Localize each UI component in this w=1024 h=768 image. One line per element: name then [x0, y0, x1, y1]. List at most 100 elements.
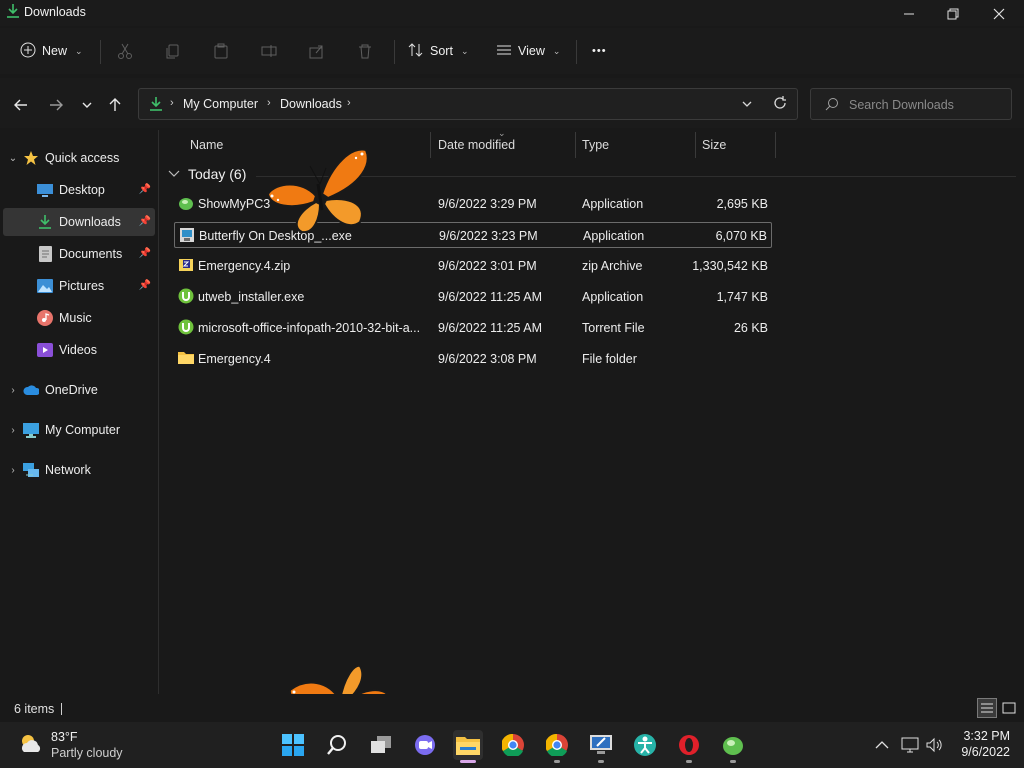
breadcrumb-my-computer[interactable]: My Computer	[183, 97, 258, 111]
refresh-icon[interactable]	[773, 96, 787, 113]
minimize-button[interactable]	[886, 0, 932, 28]
view-button[interactable]: View ⌄	[496, 36, 560, 66]
sidebar-item-label: Videos	[59, 343, 97, 357]
sidebar-item-videos[interactable]: Videos	[3, 336, 155, 364]
forward-arrow-icon[interactable]	[45, 94, 67, 116]
network-status-icon[interactable]	[901, 736, 919, 754]
music-icon	[37, 310, 53, 326]
weather-temperature[interactable]: 83°F	[51, 730, 78, 744]
computer-icon	[23, 422, 39, 438]
column-divider[interactable]	[430, 132, 431, 158]
chevron-down-icon[interactable]: ⌄	[3, 153, 23, 164]
column-header-name[interactable]: Name	[190, 130, 223, 160]
sidebar-item-label: Desktop	[59, 183, 105, 197]
pin-icon[interactable]: 📌	[139, 184, 151, 195]
recent-locations-chevron-icon[interactable]	[76, 94, 98, 116]
new-button[interactable]: New ⌄	[20, 36, 83, 66]
task-view-icon[interactable]	[366, 730, 396, 760]
address-dropdown-chevron-icon[interactable]	[741, 98, 753, 113]
up-arrow-icon[interactable]	[104, 94, 126, 116]
clock-date[interactable]: 9/6/2022	[950, 745, 1010, 759]
copy-icon[interactable]	[162, 40, 184, 62]
pin-icon[interactable]: 📌	[139, 216, 151, 227]
chat-icon[interactable]	[410, 730, 440, 760]
sidebar-item-music[interactable]: Music	[3, 304, 155, 332]
column-divider[interactable]	[775, 132, 776, 158]
restore-button[interactable]	[930, 0, 976, 28]
file-row[interactable]: Emergency.4.zip 9/6/2022 3:01 PM zip Arc…	[174, 253, 772, 279]
share-icon[interactable]	[306, 40, 328, 62]
rename-icon[interactable]	[258, 40, 280, 62]
column-header-size[interactable]: Size	[702, 130, 726, 160]
sidebar-item-documents[interactable]: Documents 📌	[3, 240, 155, 268]
pane-splitter[interactable]	[158, 130, 159, 694]
chevron-right-icon[interactable]: ›	[3, 465, 23, 476]
more-options-button[interactable]: •••	[592, 36, 607, 66]
file-row[interactable]: utweb_installer.exe 9/6/2022 11:25 AM Ap…	[174, 284, 772, 310]
search-icon[interactable]	[322, 730, 352, 760]
column-divider[interactable]	[695, 132, 696, 158]
sidebar-item-network[interactable]: › Network	[3, 456, 155, 484]
weather-description[interactable]: Partly cloudy	[51, 746, 123, 760]
chrome-icon[interactable]	[498, 730, 528, 760]
file-row[interactable]: microsoft-office-infopath-2010-32-bit-a.…	[174, 315, 772, 341]
file-row[interactable]: Emergency.4 9/6/2022 3:08 PM File folder	[174, 346, 772, 372]
close-button[interactable]	[976, 0, 1022, 28]
sidebar-item-onedrive[interactable]: › OneDrive	[3, 376, 155, 404]
search-box[interactable]	[810, 88, 1012, 120]
breadcrumb-chevron-icon: ›	[267, 97, 271, 109]
chevron-down-icon: ⌄	[460, 45, 469, 56]
toolbar-divider	[576, 40, 577, 64]
group-header-today[interactable]: Today (6)	[168, 166, 246, 182]
accessibility-app-icon[interactable]	[630, 730, 660, 760]
file-type: zip Archive	[582, 259, 643, 273]
sidebar-item-label: OneDrive	[45, 383, 98, 397]
volume-icon[interactable]	[926, 736, 944, 754]
group-label: Today (6)	[188, 166, 247, 182]
file-type: Torrent File	[582, 321, 645, 335]
sidebar-item-label: Network	[45, 463, 91, 477]
column-header-type[interactable]: Type	[582, 130, 609, 160]
desktop-icon	[37, 182, 53, 198]
show-hidden-icons-chevron-icon[interactable]	[873, 736, 891, 754]
download-icon	[6, 3, 20, 19]
sidebar-item-downloads[interactable]: Downloads 📌	[3, 208, 155, 236]
paste-icon[interactable]	[210, 40, 232, 62]
breadcrumb-chevron-icon: ›	[347, 97, 351, 109]
installer-app-icon	[179, 227, 195, 243]
search-input[interactable]	[849, 96, 999, 114]
chevron-right-icon[interactable]: ›	[3, 385, 23, 396]
file-size: 2,695 KB	[716, 197, 768, 211]
column-divider[interactable]	[575, 132, 576, 158]
sidebar-item-pictures[interactable]: Pictures 📌	[3, 272, 155, 300]
sidebar-item-quick-access[interactable]: ⌄ Quick access	[3, 144, 155, 172]
zip-archive-icon	[178, 257, 194, 273]
sort-button[interactable]: Sort ⌄	[408, 36, 468, 66]
pin-icon[interactable]: 📌	[139, 248, 151, 259]
cut-icon[interactable]	[114, 40, 136, 62]
details-view-icon[interactable]	[977, 698, 997, 718]
file-name: utweb_installer.exe	[198, 290, 305, 304]
search-icon	[825, 97, 839, 114]
remote-desktop-icon[interactable]	[586, 730, 616, 760]
pin-icon[interactable]: 📌	[139, 280, 151, 291]
back-arrow-icon[interactable]	[10, 94, 32, 116]
showmypc-app-icon[interactable]	[718, 730, 748, 760]
clock-time[interactable]: 3:32 PM	[958, 729, 1010, 743]
file-type: Application	[582, 290, 644, 304]
sidebar-item-my-computer[interactable]: › My Computer	[3, 416, 155, 444]
tiles-view-icon[interactable]	[999, 698, 1019, 718]
file-explorer-icon[interactable]	[453, 730, 483, 760]
sidebar-item-desktop[interactable]: Desktop 📌	[3, 176, 155, 204]
chevron-right-icon[interactable]: ›	[3, 425, 23, 436]
file-type: File folder	[582, 352, 637, 366]
breadcrumb-downloads[interactable]: Downloads	[280, 97, 342, 111]
chrome-icon[interactable]	[542, 730, 572, 760]
opera-icon[interactable]	[674, 730, 704, 760]
delete-icon[interactable]	[354, 40, 376, 62]
partly-cloudy-icon[interactable]	[18, 732, 44, 759]
start-windows-icon[interactable]	[278, 730, 308, 760]
toolbar-divider	[100, 40, 101, 64]
address-bar[interactable]: › My Computer › Downloads ›	[138, 88, 798, 120]
window-title: Downloads	[24, 5, 86, 19]
